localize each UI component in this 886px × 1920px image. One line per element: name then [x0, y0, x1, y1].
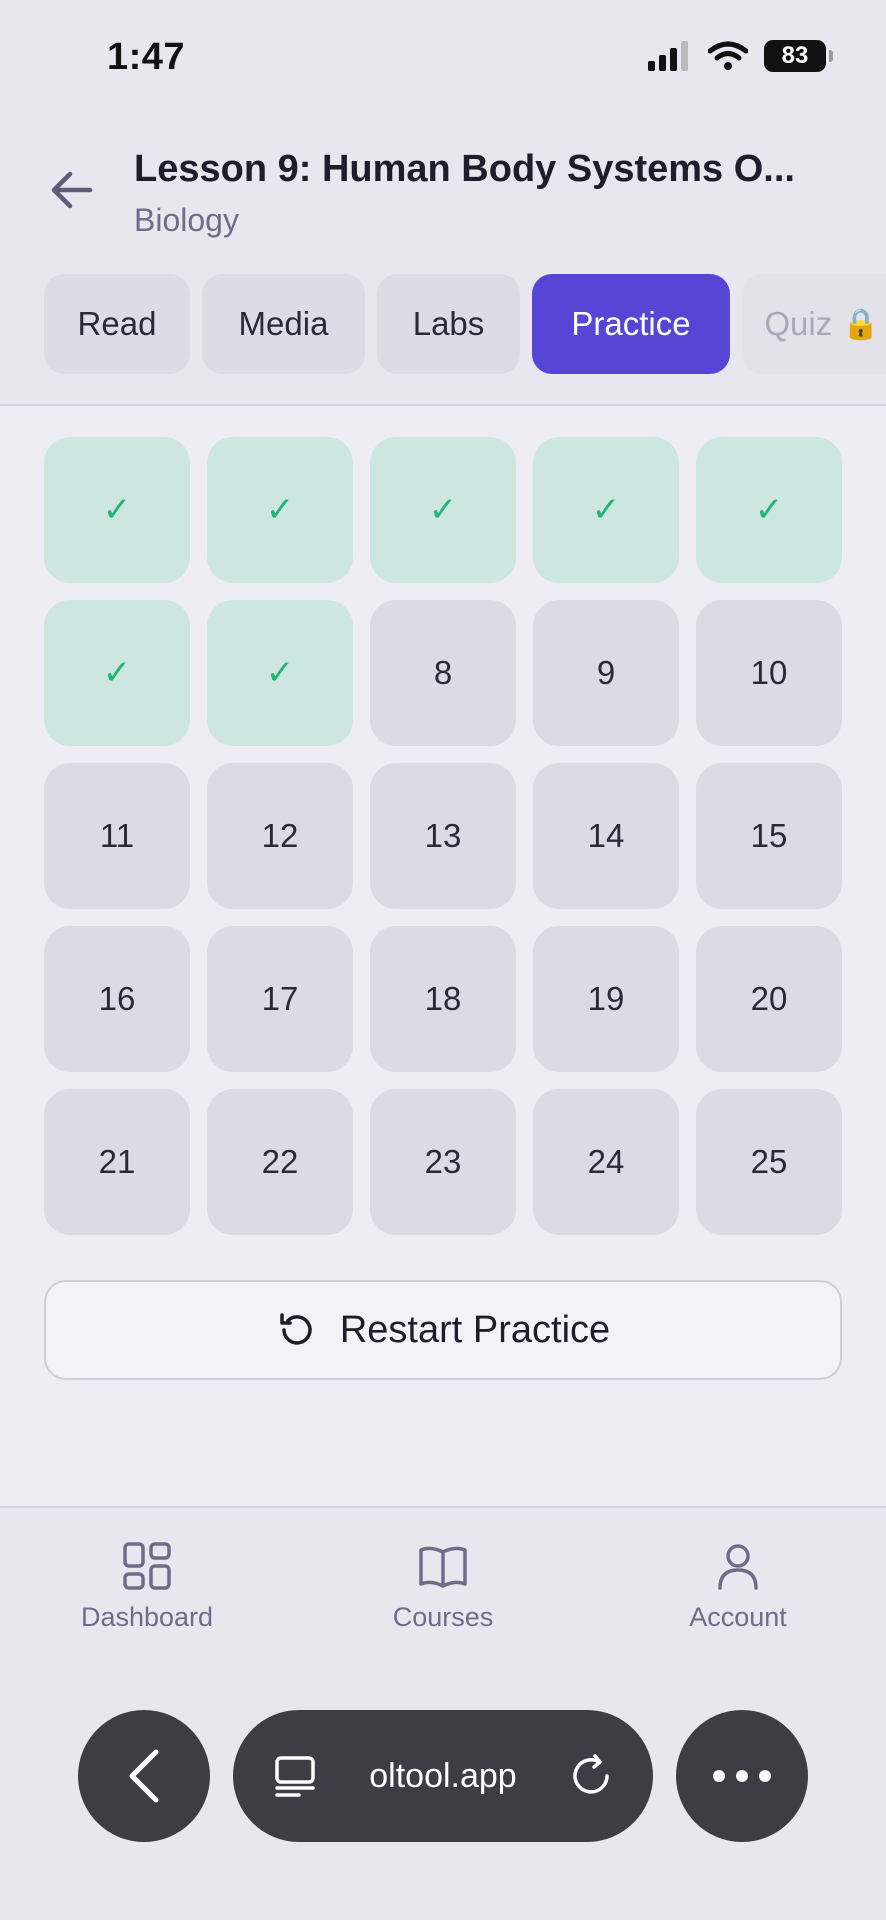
lesson-tabs: Read Media Labs Practice Quiz 🔒 [44, 274, 886, 374]
question-20[interactable]: 20 [696, 926, 842, 1072]
question-17[interactable]: 17 [207, 926, 353, 1072]
nav-dashboard[interactable]: Dashboard [47, 1540, 247, 1633]
arrow-left-icon [51, 171, 93, 209]
nav-courses-label: Courses [392, 1602, 494, 1632]
question-4-completed[interactable]: ✓ [533, 437, 679, 583]
more-options-button[interactable] [676, 1710, 808, 1842]
book-open-icon [419, 1546, 467, 1588]
restart-practice-button[interactable]: Restart Practice [44, 1280, 842, 1380]
nav-account-label: Account [689, 1602, 787, 1632]
question-8[interactable]: 8 [370, 600, 516, 746]
question-24[interactable]: 24 [533, 1089, 679, 1235]
question-1-completed[interactable]: ✓ [44, 437, 190, 583]
question-18[interactable]: 18 [370, 926, 516, 1072]
page-title: Lesson 9: Human Body Systems O... [134, 148, 795, 190]
status-icons: 83 [648, 40, 833, 72]
tab-quiz[interactable]: Quiz 🔒 [742, 274, 886, 374]
dashboard-grid-icon [123, 1542, 171, 1590]
question-2-completed[interactable]: ✓ [207, 437, 353, 583]
cellular-signal-icon [648, 41, 688, 71]
nav-account[interactable]: Account [638, 1540, 838, 1633]
tab-labs[interactable]: Labs [377, 274, 520, 374]
lesson-header: Lesson 9: Human Body Systems O... Biolog… [0, 110, 886, 406]
question-5-completed[interactable]: ✓ [696, 437, 842, 583]
question-25[interactable]: 25 [696, 1089, 842, 1235]
status-time: 1:47 [107, 36, 186, 78]
question-6-completed[interactable]: ✓ [44, 600, 190, 746]
tab-media[interactable]: Media [202, 274, 365, 374]
tab-quiz-label: Quiz [764, 305, 833, 342]
tab-read[interactable]: Read [44, 274, 190, 374]
question-21[interactable]: 21 [44, 1089, 190, 1235]
question-12[interactable]: 12 [207, 763, 353, 909]
practice-question-grid: ✓ ✓ ✓ ✓ ✓ ✓ ✓ 8 9 10 11 12 13 14 15 16 1… [44, 437, 842, 1235]
nav-courses[interactable]: Courses [343, 1540, 543, 1633]
lesson-subject: Biology [134, 202, 239, 238]
restart-practice-label: Restart Practice [339, 1308, 611, 1351]
question-22[interactable]: 22 [207, 1089, 353, 1235]
question-23[interactable]: 23 [370, 1089, 516, 1235]
address-bar[interactable]: oltool.app [233, 1710, 653, 1842]
lock-icon: 🔒 [842, 307, 880, 341]
restart-icon [280, 1313, 312, 1345]
reload-icon[interactable] [569, 1754, 613, 1798]
battery-indicator: 83 [764, 40, 833, 72]
chevron-left-icon [129, 1749, 159, 1803]
browser-back-button[interactable] [78, 1710, 210, 1842]
question-16[interactable]: 16 [44, 926, 190, 1072]
url-text: oltool.app [369, 1756, 517, 1795]
status-bar: 1:47 83 [0, 0, 886, 110]
question-11[interactable]: 11 [44, 763, 190, 909]
question-9[interactable]: 9 [533, 600, 679, 746]
tab-practice[interactable]: Practice [532, 274, 730, 374]
nav-dashboard-label: Dashboard [80, 1602, 214, 1632]
reader-mode-icon[interactable] [273, 1754, 317, 1798]
question-10[interactable]: 10 [696, 600, 842, 746]
question-3-completed[interactable]: ✓ [370, 437, 516, 583]
ellipsis-icon [713, 1770, 771, 1782]
question-19[interactable]: 19 [533, 926, 679, 1072]
back-button[interactable] [44, 162, 100, 218]
user-icon [718, 1544, 758, 1590]
wifi-icon [708, 41, 748, 70]
question-14[interactable]: 14 [533, 763, 679, 909]
question-15[interactable]: 15 [696, 763, 842, 909]
question-13[interactable]: 13 [370, 763, 516, 909]
question-7-completed[interactable]: ✓ [207, 600, 353, 746]
